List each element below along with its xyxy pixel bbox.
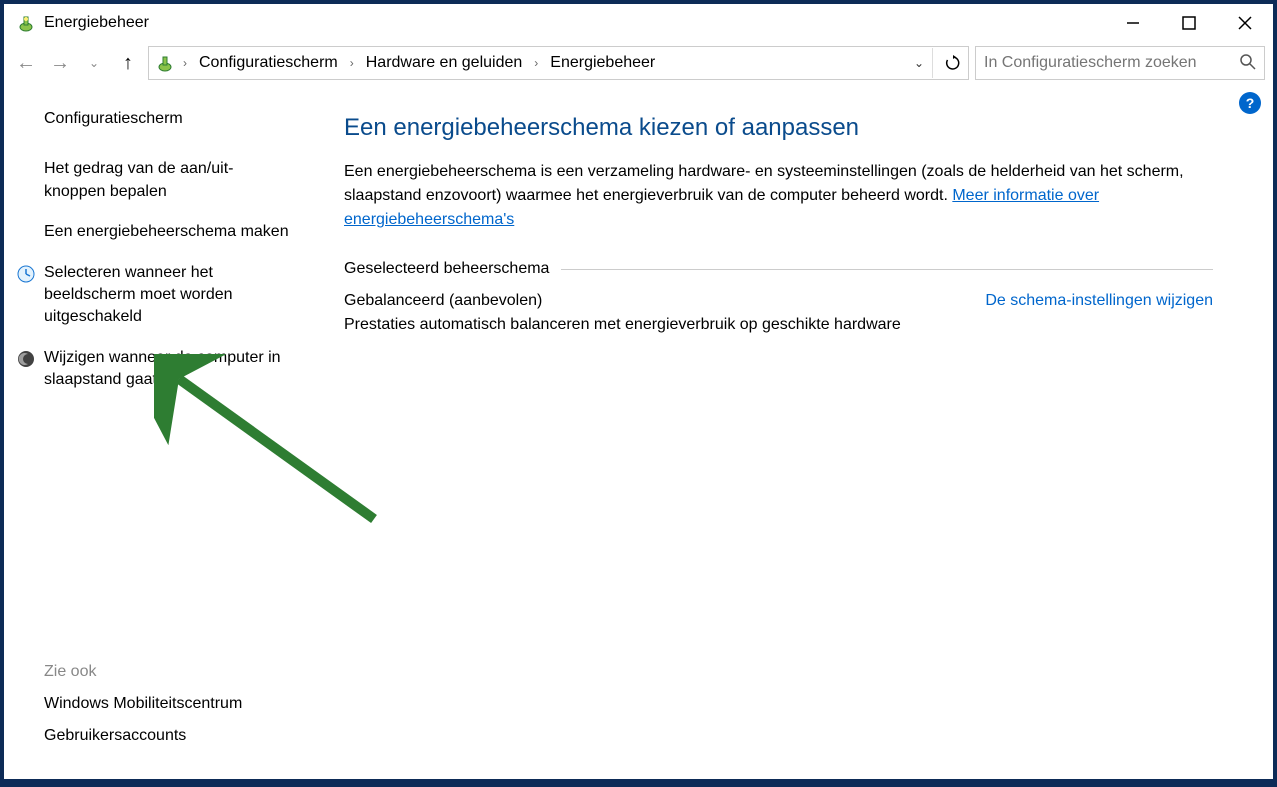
chevron-right-icon: › — [346, 56, 358, 70]
main-content: Een energiebeheerschema kiezen of aanpas… — [314, 84, 1273, 779]
control-panel-home-link[interactable]: Configuratiescherm — [44, 108, 294, 130]
see-also-heading: Zie ook — [44, 663, 294, 681]
help-icon[interactable]: ? — [1239, 92, 1261, 114]
divider — [561, 269, 1213, 270]
window: Energiebeheer ← → ⌄ ↑ › Configuratiesche… — [4, 4, 1273, 779]
search-icon[interactable] — [1240, 54, 1256, 73]
plan-row: Gebalanceerd (aanbevolen) De schema-inst… — [344, 292, 1213, 310]
window-controls — [1105, 4, 1273, 42]
change-plan-settings-link[interactable]: De schema-instellingen wijzigen — [985, 292, 1213, 310]
up-button[interactable]: ↑ — [114, 49, 142, 77]
sidebar-item-label: Selecteren wanneer het beeldscherm moet … — [44, 262, 294, 329]
section-header: Geselecteerd beheerschema — [344, 260, 1213, 278]
breadcrumb-item[interactable]: Energiebeheer — [546, 52, 659, 74]
breadcrumb-item[interactable]: Hardware en geluiden — [362, 52, 527, 74]
window-title: Energiebeheer — [44, 14, 149, 32]
shield-clock-icon — [16, 264, 36, 284]
page-description: Een energiebeheerschema is een verzameli… — [344, 160, 1213, 232]
power-options-icon — [155, 53, 175, 73]
chevron-right-icon: › — [530, 56, 542, 70]
maximize-button[interactable] — [1161, 4, 1217, 42]
forward-button[interactable]: → — [46, 49, 74, 77]
back-button[interactable]: ← — [12, 49, 40, 77]
navbar: ← → ⌄ ↑ › Configuratiescherm › Hardware … — [4, 42, 1273, 84]
shield-moon-icon — [16, 349, 36, 369]
minimize-button[interactable] — [1105, 4, 1161, 42]
plan-description: Prestaties automatisch balanceren met en… — [344, 316, 1213, 334]
breadcrumb[interactable]: › Configuratiescherm › Hardware en gelui… — [148, 46, 969, 80]
titlebar: Energiebeheer — [4, 4, 1273, 42]
power-options-icon — [16, 13, 36, 33]
search-input[interactable] — [975, 46, 1265, 80]
sidebar-item-label: Wijzigen wanneer de computer in slaapsta… — [44, 347, 294, 392]
breadcrumb-item[interactable]: Configuratiescherm — [195, 52, 342, 74]
sidebar-link-create-plan[interactable]: Een energiebeheerschema maken — [44, 221, 294, 243]
recent-dropdown[interactable]: ⌄ — [80, 49, 108, 77]
see-also-section: Zie ook Windows Mobiliteitscentrum Gebru… — [44, 663, 294, 759]
close-button[interactable] — [1217, 4, 1273, 42]
refresh-button[interactable] — [932, 48, 962, 78]
chevron-right-icon: › — [179, 56, 191, 70]
page-title: Een energiebeheerschema kiezen of aanpas… — [344, 114, 1213, 142]
plan-name: Gebalanceerd (aanbevolen) — [344, 292, 542, 310]
see-also-mobility[interactable]: Windows Mobiliteitscentrum — [44, 695, 294, 713]
search-field[interactable] — [984, 54, 1240, 72]
content-area: ? Configuratiescherm Het gedrag van de a… — [4, 84, 1273, 779]
section-title: Geselecteerd beheerschema — [344, 260, 549, 278]
sidebar-link-sleep[interactable]: Wijzigen wanneer de computer in slaapsta… — [16, 347, 294, 392]
sidebar-link-button-behavior[interactable]: Het gedrag van de aan/uit-knoppen bepale… — [44, 158, 294, 203]
sidebar-link-display-off[interactable]: Selecteren wanneer het beeldscherm moet … — [16, 262, 294, 329]
sidebar: Configuratiescherm Het gedrag van de aan… — [4, 84, 314, 779]
chevron-down-icon[interactable]: ⌄ — [914, 56, 924, 70]
see-also-accounts[interactable]: Gebruikersaccounts — [44, 727, 294, 745]
